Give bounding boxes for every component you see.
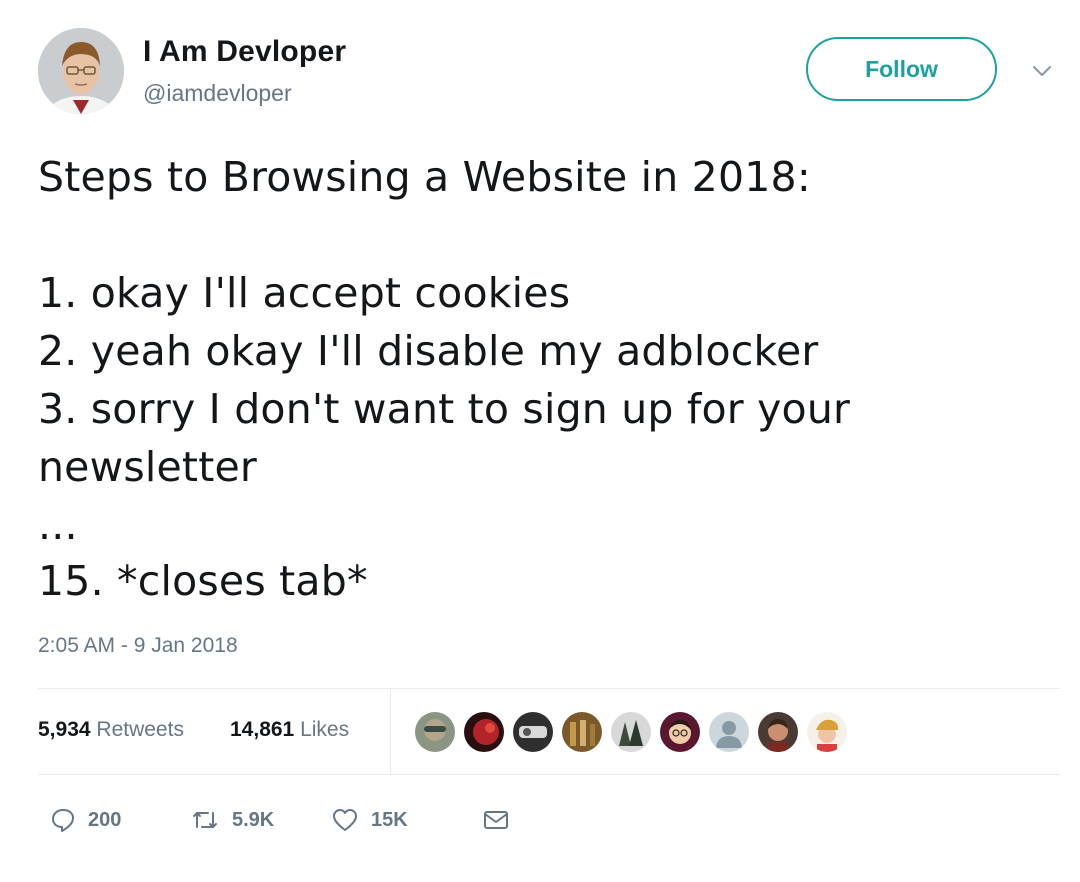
avatar-2-icon <box>464 712 504 752</box>
profile-photo-icon <box>38 28 124 114</box>
tweet-line: ... <box>38 501 78 549</box>
reply-button[interactable]: 200 <box>50 806 121 834</box>
retweet-button[interactable]: 5.9K <box>190 806 274 834</box>
reply-icon <box>52 809 74 832</box>
avatar-9-icon <box>807 712 847 752</box>
liker-avatar[interactable] <box>658 710 702 754</box>
reply-count: 200 <box>88 808 122 831</box>
liker-avatar[interactable] <box>462 710 506 754</box>
liker-avatar[interactable] <box>609 710 653 754</box>
like-count: 15K <box>371 808 408 831</box>
avatar-1-icon <box>415 712 455 752</box>
liker-avatar[interactable] <box>707 710 751 754</box>
liker-avatar[interactable] <box>413 710 457 754</box>
tweet-line: 3. sorry I don't want to sign up for you… <box>38 385 851 433</box>
avatar-5-icon <box>611 712 651 752</box>
tweet-line: newsletter <box>38 443 257 491</box>
tweet-line: 2. yeah okay I'll disable my adblocker <box>38 327 819 375</box>
liker-avatar[interactable] <box>805 710 849 754</box>
retweets-count: 5,934 <box>38 718 91 741</box>
tweet-timestamp[interactable]: 2:05 AM - 9 Jan 2018 <box>38 634 238 658</box>
display-name[interactable]: I Am Devloper <box>143 35 346 69</box>
avatar[interactable] <box>38 28 124 114</box>
stats-separator <box>390 688 391 774</box>
direct-message-button[interactable] <box>482 806 510 834</box>
heart-icon <box>333 809 357 831</box>
liker-avatar[interactable] <box>756 710 800 754</box>
retweet-icon <box>193 812 217 828</box>
likes-stat[interactable]: 14,861 Likes <box>230 718 349 742</box>
avatar-4-icon <box>562 712 602 752</box>
retweet-count: 5.9K <box>232 808 275 831</box>
retweets-label: Retweets <box>96 718 184 741</box>
avatar-6-icon <box>660 712 700 752</box>
chevron-down-icon[interactable] <box>1029 60 1055 82</box>
envelope-icon <box>484 811 508 829</box>
retweets-stat[interactable]: 5,934 Retweets <box>38 718 184 742</box>
like-button[interactable]: 15K <box>331 806 408 834</box>
divider <box>38 774 1060 775</box>
divider <box>38 688 1060 689</box>
tweet-line: Steps to Browsing a Website in 2018: <box>38 153 811 201</box>
user-handle[interactable]: @iamdevloper <box>143 80 292 107</box>
avatar-8-icon <box>758 712 798 752</box>
default-avatar-icon <box>709 712 749 752</box>
avatar-3-icon <box>513 712 553 752</box>
liker-avatar[interactable] <box>560 710 604 754</box>
follow-button[interactable]: Follow <box>806 37 997 101</box>
tweet-line: 15. *closes tab* <box>38 557 368 605</box>
tweet-card: I Am Devloper @iamdevloper Follow Steps … <box>0 0 1080 882</box>
likes-label: Likes <box>300 718 350 741</box>
liker-avatar[interactable] <box>511 710 555 754</box>
tweet-text: Steps to Browsing a Website in 2018: 1. … <box>38 148 1048 610</box>
likes-count: 14,861 <box>230 718 295 741</box>
tweet-line: 1. okay I'll accept cookies <box>38 269 571 317</box>
